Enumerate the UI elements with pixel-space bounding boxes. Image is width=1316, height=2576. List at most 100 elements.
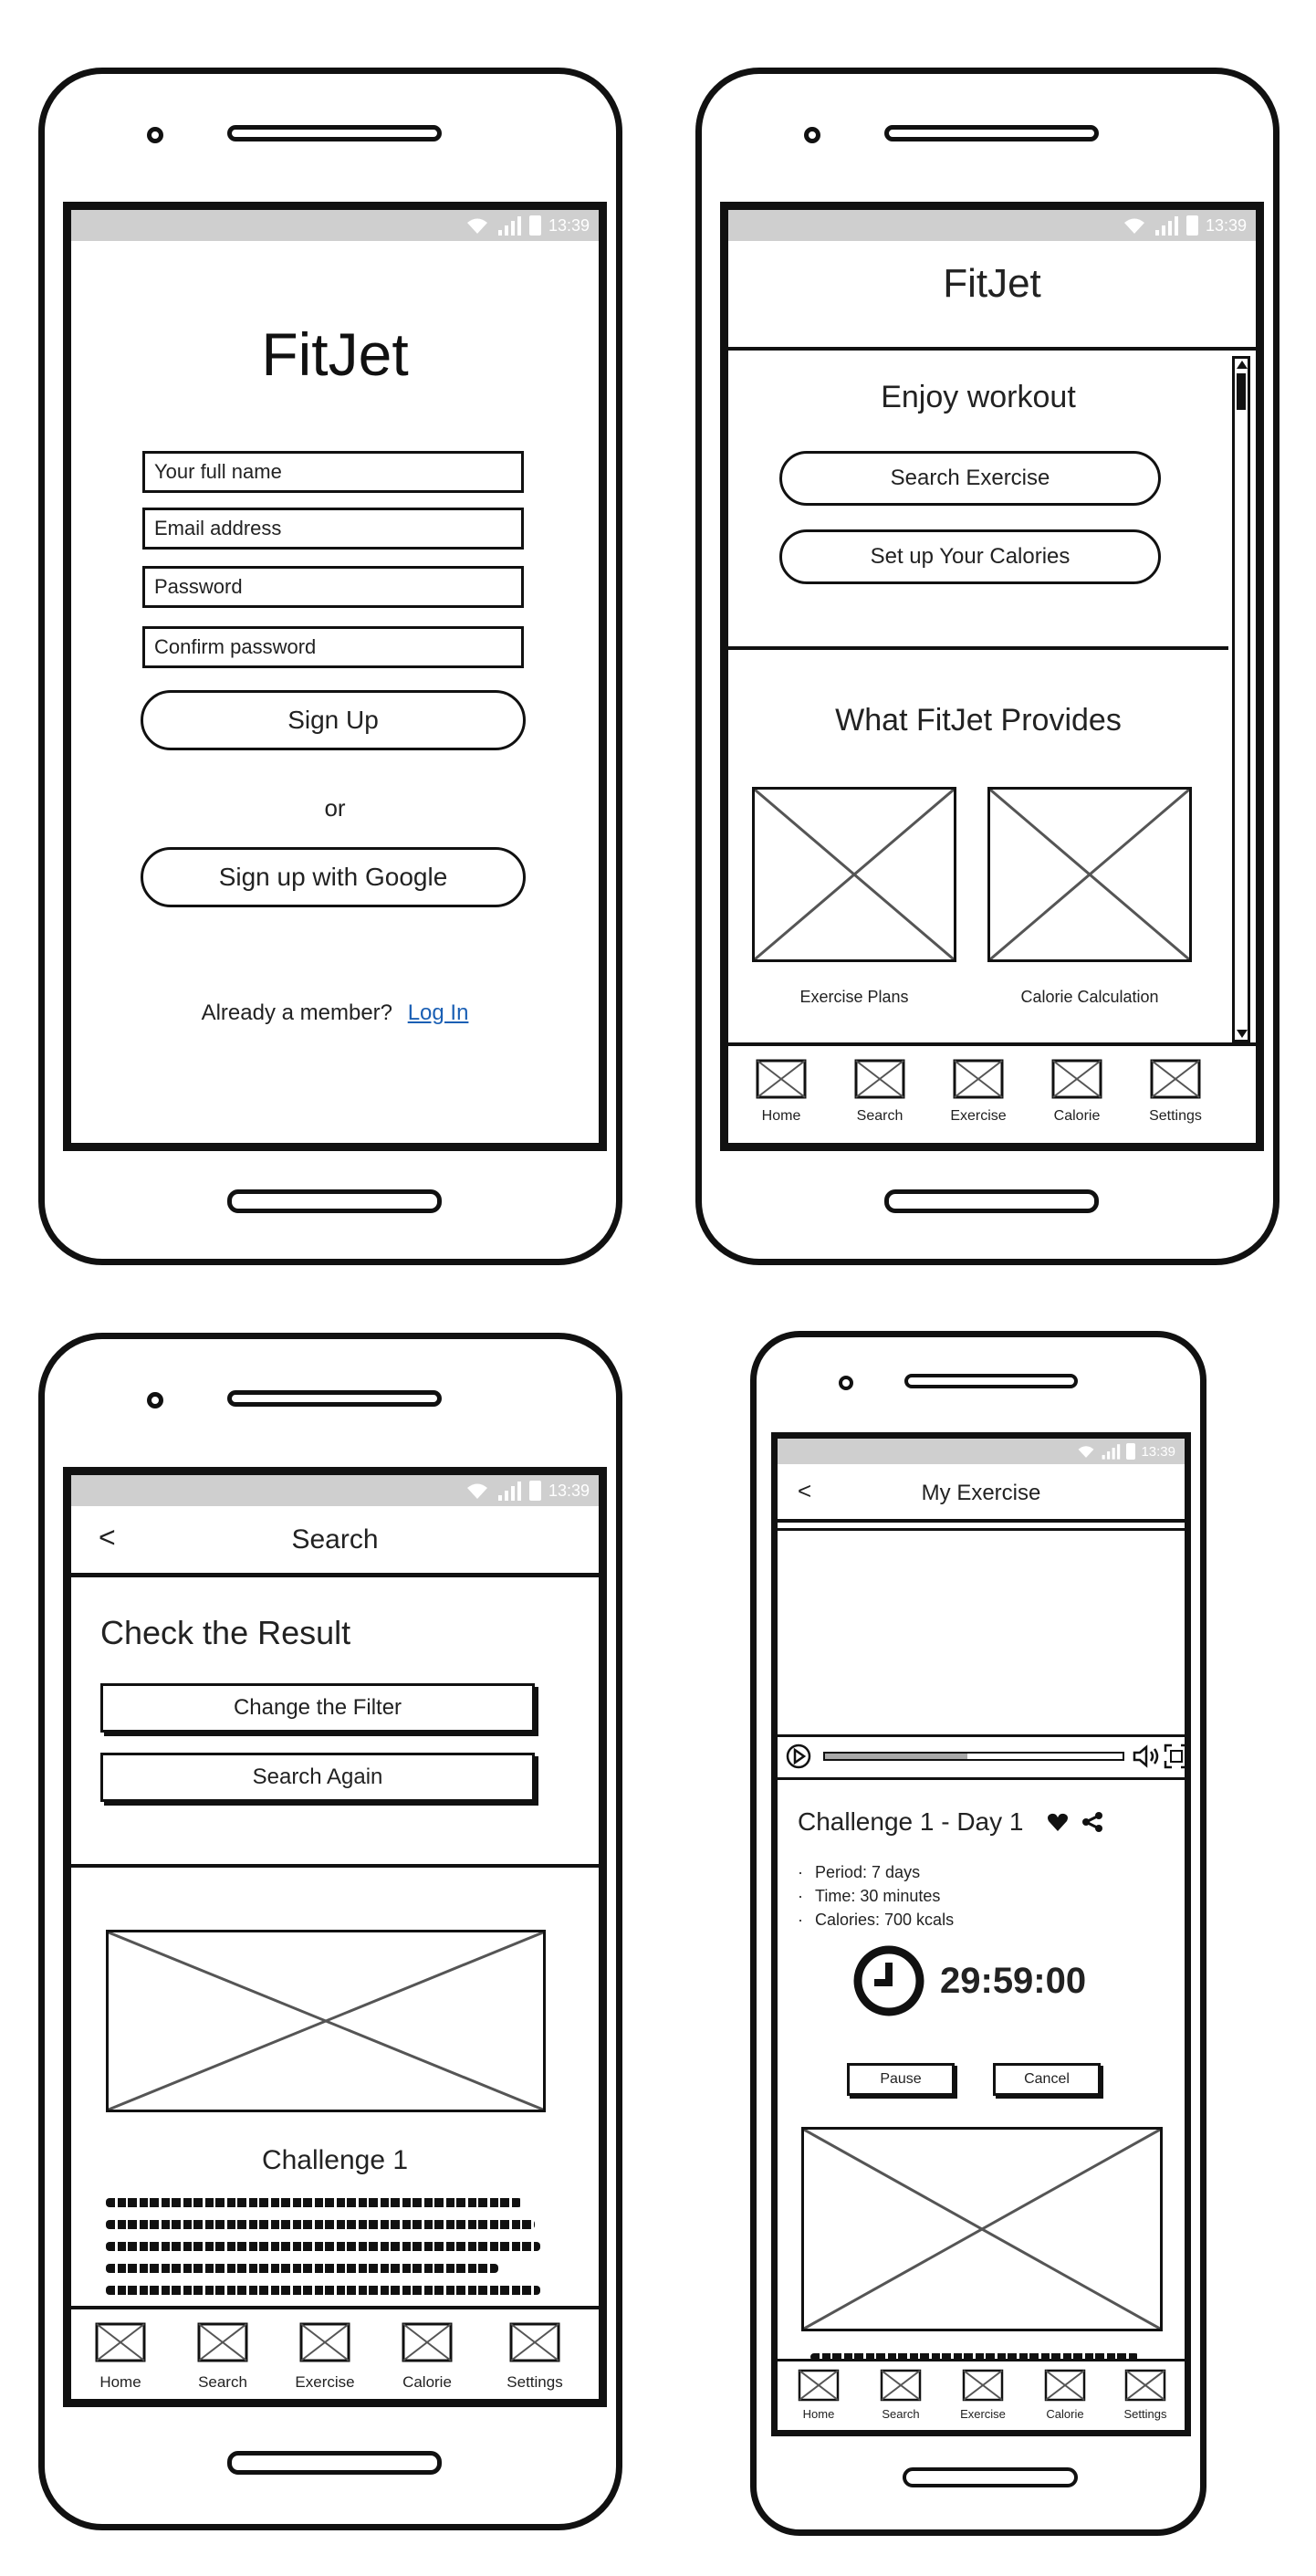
member-text: Already a member? (201, 1000, 393, 1025)
nav-search-label: Search (882, 2407, 920, 2421)
signup-screen: 13:39 FitJet Your full name Email addres… (63, 202, 607, 1151)
nav-home[interactable]: Home (71, 2319, 170, 2399)
description-text (106, 2220, 535, 2229)
nav-settings[interactable]: Settings (480, 2319, 590, 2399)
email-field[interactable]: Email address (142, 508, 524, 550)
camera-icon (147, 127, 163, 143)
home-button[interactable] (903, 2467, 1078, 2487)
scroll-up-arrow[interactable] (1237, 361, 1248, 369)
play-icon[interactable] (785, 1743, 812, 1770)
wifi-icon (1123, 218, 1144, 234)
sign-up-button[interactable]: Sign Up (141, 690, 526, 750)
settings-icon (1150, 1059, 1201, 1099)
confirm-password-field[interactable]: Confirm password (142, 626, 524, 668)
result-heading: Check the Result (100, 1614, 351, 1651)
fullscreen-icon[interactable] (1163, 1743, 1190, 1770)
heart-icon[interactable] (1047, 1812, 1069, 1832)
scroll-down-arrow[interactable] (1237, 1030, 1248, 1038)
set-calories-button[interactable]: Set up Your Calories (779, 529, 1161, 584)
challenge-image[interactable] (106, 1930, 546, 2112)
calorie-calculation-image[interactable] (987, 787, 1192, 962)
nav-home[interactable]: Home (778, 2367, 860, 2430)
change-filter-button[interactable]: Change the Filter (100, 1683, 535, 1733)
camera-icon (804, 127, 820, 143)
home-button[interactable] (884, 1189, 1099, 1213)
login-prompt: Already a member? Log In (71, 1000, 599, 1026)
battery-icon (528, 1481, 541, 1501)
video-player[interactable] (778, 1528, 1185, 1780)
calorie-calculation-label: Calorie Calculation (1020, 988, 1159, 1006)
enjoy-heading: Enjoy workout (881, 380, 1076, 414)
bottom-nav: Home Search Exercise Calorie Settings (71, 2306, 599, 2399)
speaker-slot (904, 1374, 1078, 1388)
password-field[interactable]: Password (142, 566, 524, 608)
status-bar: 13:39 (778, 1439, 1185, 1464)
exercise-icon (953, 1059, 1004, 1099)
challenge-title: Challenge 1 - Day 1 (798, 1807, 1103, 1837)
status-bar: 13:39 (71, 1475, 599, 1506)
signal-icon (497, 1482, 521, 1501)
nav-calorie[interactable]: Calorie (1024, 2367, 1106, 2430)
exercise-title: My Exercise (921, 1481, 1041, 1505)
timer-display: 29:59:00 (940, 1961, 1087, 2001)
search-icon (880, 2369, 922, 2402)
nav-exercise-label: Exercise (950, 1108, 1007, 1124)
phone-exercise: 13:39 < My Exercise Challenge 1 - Day 1 (750, 1331, 1206, 2536)
nav-home-label: Home (761, 1108, 801, 1124)
exercise-icon (962, 2369, 1004, 2402)
video-progress-track[interactable] (823, 1752, 1124, 1761)
wifi-icon (1078, 1446, 1094, 1458)
share-icon[interactable] (1081, 1812, 1103, 1832)
nav-home-label: Home (99, 2373, 141, 2391)
signal-icon (1154, 216, 1178, 236)
nav-search[interactable]: Search (173, 2319, 272, 2399)
challenge-title: Challenge 1 (261, 2145, 409, 2175)
nav-settings[interactable]: Settings (1126, 1055, 1225, 1137)
exercise-icon (299, 2322, 350, 2362)
description-text (106, 2198, 522, 2207)
login-link[interactable]: Log In (408, 1000, 469, 1025)
home-button[interactable] (227, 1189, 442, 1213)
nav-exercise[interactable]: Exercise (276, 2319, 374, 2399)
volume-icon[interactable] (1132, 1743, 1163, 1770)
google-signup-button[interactable]: Sign up with Google (141, 847, 526, 907)
nav-exercise[interactable]: Exercise (942, 2367, 1024, 2430)
description-text (106, 2286, 540, 2295)
status-time: 13:39 (1205, 215, 1247, 235)
nav-calorie-label: Calorie (1046, 2407, 1084, 2421)
wifi-icon (466, 218, 487, 234)
provides-heading: What FitJet Provides (835, 703, 1122, 738)
scrollbar[interactable] (1232, 356, 1250, 1042)
home-button[interactable] (227, 2451, 442, 2475)
speaker-slot (227, 125, 442, 141)
full-name-field[interactable]: Your full name (142, 451, 524, 493)
nav-search-label: Search (198, 2373, 247, 2391)
or-label: or (324, 794, 346, 822)
scroll-thumb[interactable] (1237, 373, 1246, 410)
pause-button[interactable]: Pause (847, 2063, 955, 2096)
nav-search[interactable]: Search (830, 1055, 929, 1137)
phone-signup: 13:39 FitJet Your full name Email addres… (38, 68, 622, 1265)
phone-search: 13:39 < Search Check the Result Change t… (38, 1333, 622, 2530)
nav-calorie[interactable]: Calorie (378, 2319, 476, 2399)
nav-home[interactable]: Home (732, 1055, 830, 1137)
home-icon (756, 1059, 807, 1099)
search-again-button[interactable]: Search Again (100, 1753, 535, 1802)
nav-calorie[interactable]: Calorie (1028, 1055, 1126, 1137)
home-title: FitJet (943, 261, 1041, 306)
cancel-button[interactable]: Cancel (993, 2063, 1101, 2096)
calorie-icon (402, 2322, 453, 2362)
exercise-plans-image[interactable] (752, 787, 956, 962)
status-bar: 13:39 (71, 210, 599, 241)
exercise-image[interactable] (801, 2127, 1163, 2331)
nav-settings[interactable]: Settings (1106, 2367, 1185, 2430)
description-text (106, 2264, 498, 2273)
search-header: < Search (71, 1508, 599, 1577)
status-time: 13:39 (1141, 1443, 1175, 1460)
nav-exercise[interactable]: Exercise (929, 1055, 1028, 1137)
detail-item: · Calories: 700 kcals (798, 1911, 955, 1929)
nav-search[interactable]: Search (860, 2367, 942, 2430)
exercise-plans-label: Exercise Plans (799, 988, 909, 1006)
search-exercise-button[interactable]: Search Exercise (779, 451, 1161, 506)
app-title: FitJet (261, 320, 409, 388)
